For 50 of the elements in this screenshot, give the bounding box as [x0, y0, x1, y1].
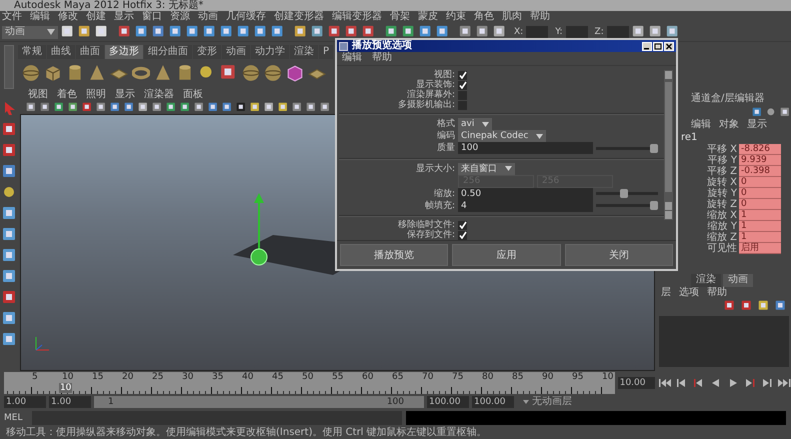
- frame-number: 55: [332, 372, 344, 382]
- current-frame: 10: [58, 383, 72, 393]
- attribute-label: 平移 Y: [708, 155, 737, 166]
- attribute-label: 平移 Z: [706, 166, 737, 177]
- panel-title: 通道盒/层编辑器: [691, 93, 764, 104]
- option-label: 显示装饰:: [416, 80, 455, 90]
- window-title: Autodesk Maya 2012 Hotfix 3: 无标题*: [14, 0, 204, 11]
- frame-number: 15: [92, 372, 104, 382]
- frame-number: 25: [152, 372, 164, 382]
- coordinate-label: X:: [514, 26, 524, 38]
- frame-number: 40: [242, 372, 254, 382]
- option-label: 质量: [436, 143, 455, 154]
- frame-number: 30: [182, 372, 194, 382]
- frame-number: 35: [212, 372, 224, 382]
- option-label: 保存到文件:: [406, 230, 455, 240]
- attribute-label: 可见性: [707, 243, 737, 254]
- frame-number: 10: [62, 372, 74, 382]
- attribute-label: 缩放 Y: [708, 221, 737, 232]
- option-label: 帧填充:: [424, 200, 455, 211]
- attribute-label: 旋转 X: [706, 177, 737, 188]
- frame-number: 70: [422, 372, 434, 382]
- dialog-title: 播放预览选项: [352, 40, 413, 52]
- help-line: 移动工具：使用操纵器来移动对象。使用编辑模式来更改枢轴(Insert)。使用 Ctrl 键加鼠标左键以重置枢轴。: [5, 427, 488, 439]
- frame-number: 85: [512, 372, 524, 382]
- attribute-label: 旋转 Z: [706, 199, 737, 210]
- attribute-label: 缩放 X: [706, 210, 737, 221]
- option-label: 渲染屏幕外:: [406, 90, 455, 100]
- attribute-label: 缩放 Z: [706, 232, 737, 243]
- frame-number: 65: [392, 372, 404, 382]
- frame-number: 5: [32, 372, 38, 382]
- frame-number: 10: [602, 372, 614, 382]
- coordinate-label: Z:: [594, 26, 604, 38]
- frame-number: 45: [272, 372, 284, 382]
- frame-number: 95: [572, 372, 584, 382]
- option-label: 格式: [436, 119, 455, 130]
- option-label: 视图:: [434, 70, 455, 80]
- frame-number: 20: [122, 372, 134, 382]
- coordinate-label: Y:: [555, 26, 563, 38]
- option-label: 移除临时文件:: [396, 220, 455, 230]
- attribute-label: 旋转 Y: [708, 188, 737, 199]
- attribute-label: 平移 X: [706, 144, 737, 155]
- frame-number: 60: [362, 372, 374, 382]
- option-label: 显示大小:: [414, 164, 455, 174]
- frame-number: 90: [542, 372, 554, 382]
- frame-number: 80: [482, 372, 494, 382]
- option-label: 多摄影机输出:: [396, 100, 455, 110]
- option-label: 缩放:: [432, 188, 455, 199]
- frame-number: 75: [452, 372, 464, 382]
- option-label: 编码: [436, 131, 455, 142]
- frame-number: 50: [302, 372, 314, 382]
